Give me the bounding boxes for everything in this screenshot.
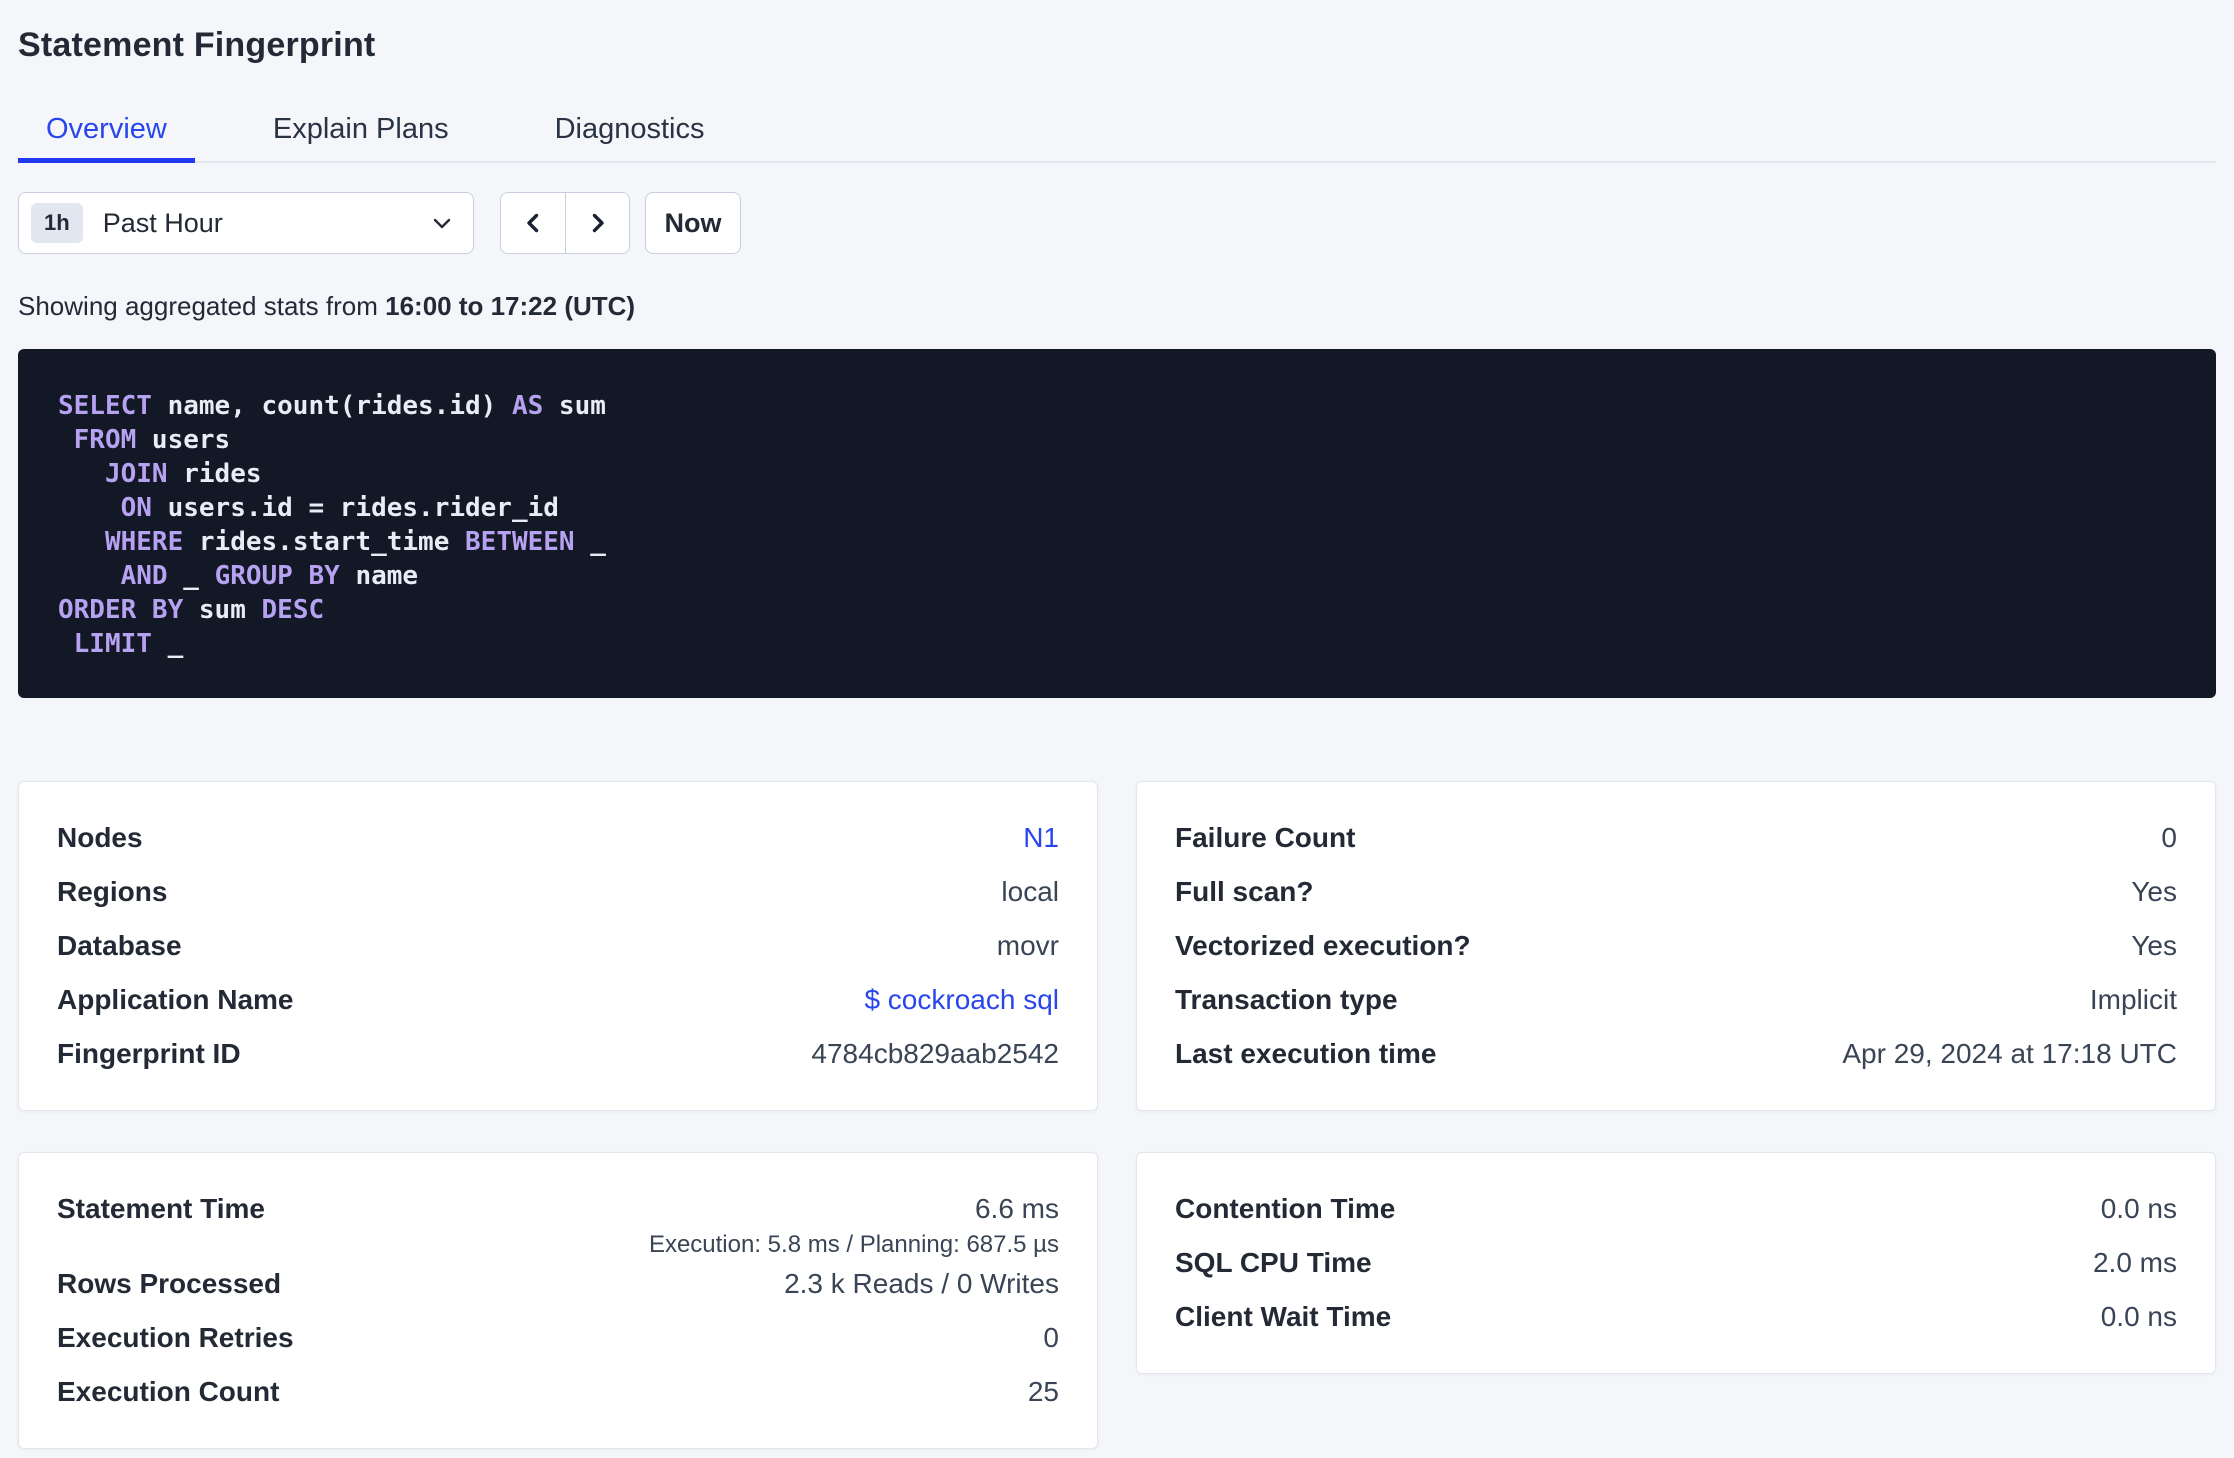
sql-line-1: SELECT name, count(rides.id) AS sum: [58, 391, 606, 421]
summary-value: movr: [996, 930, 1059, 961]
summary-value-link[interactable]: N1: [1023, 822, 1059, 853]
time-window-arrows: [500, 192, 630, 254]
page-title: Statement Fingerprint: [18, 26, 376, 64]
statement-details-card: Nodes N1 Regions local Database movr Applicati…: [18, 781, 1098, 1111]
sql-line-3: JOIN rides: [104, 459, 262, 489]
summary-label: Contention Time: [1175, 1193, 1396, 1224]
statement-fingerprint-page: Statement Fingerprint Overview Explain Pl…: [0, 0, 2234, 1449]
summary-row-application-name: Application Name $ cockroach sql: [57, 973, 1059, 1027]
sql-line-2: FROM users: [73, 425, 231, 455]
chevron-left-icon: [521, 211, 545, 235]
tab-overview[interactable]: Overview: [18, 99, 195, 163]
time-toolbar: 1h Past Hour Now: [18, 192, 2216, 254]
summary-value: 25: [1027, 1376, 1059, 1407]
chevron-down-icon: [431, 212, 453, 234]
summary-label: Application Name: [57, 984, 294, 1015]
summary-value: N1: [1023, 811, 1059, 852]
summary-row-full-scan: Full scan? Yes: [1175, 865, 2177, 919]
summary-value: Apr 29, 2024 at 17:18 UTC: [1842, 1038, 2177, 1069]
summary-value: Yes: [2131, 876, 2177, 907]
summary-value: 0: [2161, 822, 2177, 853]
summary-label: Statement Time: [57, 1193, 265, 1224]
summary-label: Regions: [57, 876, 168, 907]
next-time-window-button[interactable]: [565, 193, 629, 253]
summary-label: Fingerprint ID: [57, 1038, 241, 1069]
summary-label: Vectorized execution?: [1175, 930, 1471, 961]
summary-row-failure-count: Failure Count 0: [1175, 811, 2177, 865]
summary-row-regions: Regions local: [57, 865, 1059, 919]
sql-line-5: WHERE rides.start_time BETWEEN _: [104, 527, 606, 557]
time-range-select[interactable]: 1h Past Hour: [18, 192, 474, 254]
now-button[interactable]: Now: [645, 192, 741, 254]
summary-row-contention-time: Contention Time 0.0 ns: [1175, 1182, 2177, 1236]
summary-label: Client Wait Time: [1175, 1301, 1392, 1332]
wait-time-card: Contention Time 0.0 ns SQL CPU Time 2.0 ms C…: [1136, 1152, 2216, 1374]
summary-value-detail: Execution: 5.8 ms / Planning: 687.5 µs: [648, 1231, 1059, 1258]
tab-explain-plans[interactable]: Explain Plans: [245, 99, 477, 163]
sql-statement-box: SELECT name, count(rides.id) AS sum FROM…: [18, 349, 2216, 698]
summary-value: 2.0 ms: [2092, 1247, 2177, 1278]
summary-row-client-wait-time: Client Wait Time 0.0 ns: [1175, 1290, 2177, 1344]
summary-value: Implicit: [2089, 984, 2177, 1015]
sql-line-8: LIMIT _: [73, 629, 184, 659]
summary-row-last-execution-time: Last execution time Apr 29, 2024 at 17:18…: [1175, 1027, 2177, 1081]
tabs-bar: Overview Explain Plans Diagnostics: [18, 99, 2216, 163]
summary-label: Full scan?: [1175, 876, 1314, 907]
summary-label: Transaction type: [1175, 984, 1398, 1015]
summary-label: Failure Count: [1175, 822, 1356, 853]
summary-value: 2.3 k Reads / 0 Writes: [784, 1268, 1059, 1299]
summary-value-link[interactable]: $ cockroach sql: [864, 984, 1059, 1015]
summary-label: Execution Count: [57, 1376, 280, 1407]
summary-label: SQL CPU Time: [1175, 1247, 1372, 1278]
summary-row-transaction-type: Transaction type Implicit: [1175, 973, 2177, 1027]
summary-value: 6.6 ms Execution: 5.8 ms / Planning: 687.…: [648, 1193, 1059, 1258]
execution-attributes-card: Failure Count 0 Full scan? Yes Vectorized ex…: [1136, 781, 2216, 1111]
summary-value: local: [1001, 876, 1059, 907]
summary-value: Yes: [2131, 930, 2177, 961]
summary-label: Rows Processed: [57, 1268, 282, 1299]
summary-label: Database: [57, 930, 182, 961]
statement-timing-card: Statement Time 6.6 ms Execution: 5.8 ms / …: [18, 1152, 1098, 1449]
summary-label: Nodes: [57, 822, 143, 853]
summary-row-vectorized-execution: Vectorized execution? Yes: [1175, 919, 2177, 973]
sql-line-7: ORDER BY sum DESC: [58, 595, 325, 625]
summary-row-execution-retries: Execution Retries 0: [57, 1311, 1059, 1365]
summary-row-rows-processed: Rows Processed 2.3 k Reads / 0 Writes: [57, 1257, 1059, 1311]
summary-value: $ cockroach sql: [864, 973, 1059, 1014]
sql-line-6: AND _ GROUP BY name: [120, 561, 419, 591]
summary-value: 0: [1043, 1322, 1059, 1353]
tab-diagnostics[interactable]: Diagnostics: [527, 99, 733, 163]
aggregated-stats-line: Showing aggregated stats from 16:00 to 1…: [18, 291, 2216, 322]
time-range-badge: 1h: [31, 203, 83, 243]
summary-row-database: Database movr: [57, 919, 1059, 973]
stats-time-range: 16:00 to 17:22 (UTC): [385, 291, 636, 321]
summary-label: Execution Retries: [57, 1322, 294, 1353]
sql-line-4: ON users.id = rides.rider_id: [120, 493, 559, 523]
stats-line-prefix: Showing aggregated stats from: [18, 291, 386, 321]
summary-row-execution-count: Execution Count 25: [57, 1365, 1059, 1419]
summary-value: 0.0 ns: [2100, 1193, 2177, 1224]
time-range-label: Past Hour: [102, 207, 223, 238]
summary-row-nodes: Nodes N1: [57, 811, 1059, 865]
summary-cards-grid: Nodes N1 Regions local Database movr Applicati…: [18, 781, 2216, 1449]
chevron-right-icon: [586, 211, 610, 235]
summary-row-statement-time: Statement Time 6.6 ms Execution: 5.8 ms / …: [57, 1182, 1059, 1257]
previous-time-window-button[interactable]: [501, 193, 565, 253]
summary-value: 4784cb829aab2542: [811, 1038, 1059, 1069]
summary-row-sql-cpu-time: SQL CPU Time 2.0 ms: [1175, 1236, 2177, 1290]
summary-value: 0.0 ns: [2100, 1301, 2177, 1332]
summary-row-fingerprint-id: Fingerprint ID 4784cb829aab2542: [57, 1027, 1059, 1081]
summary-label: Last execution time: [1175, 1038, 1437, 1069]
